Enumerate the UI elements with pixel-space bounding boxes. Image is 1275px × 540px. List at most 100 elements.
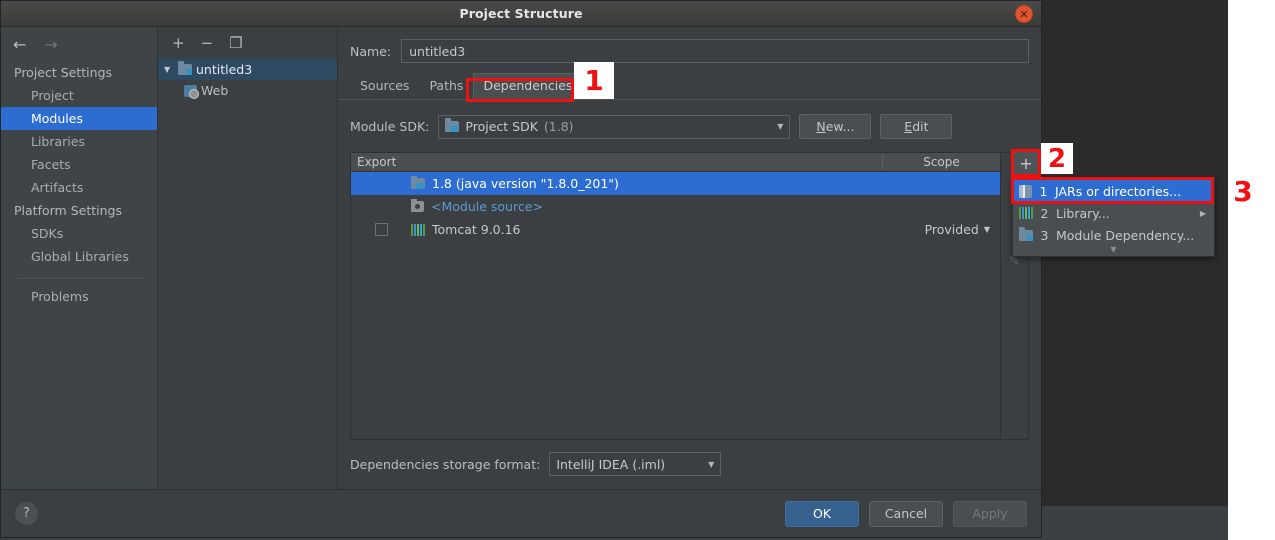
dependencies-table-header: Export Scope (351, 153, 1000, 172)
table-row[interactable]: <Module source> (351, 195, 1000, 218)
storage-format-row: Dependencies storage format: IntelliJ ID… (338, 440, 1041, 489)
sidebar-item-global-libraries[interactable]: Global Libraries (1, 245, 157, 268)
jdk-icon (445, 118, 460, 132)
settings-sidebar: ← → Project Settings Project Modules Lib… (1, 27, 158, 489)
web-facet-icon (184, 84, 199, 99)
module-tree-panel: + − ❐ ▼ untitled3 Web (158, 27, 338, 489)
dialog-title: Project Structure (459, 6, 583, 21)
table-row[interactable]: 1.8 (java version "1.8.0_201") (351, 172, 1000, 195)
storage-format-label: Dependencies storage format: (350, 456, 541, 472)
back-arrow-icon[interactable]: ← (13, 37, 26, 53)
module-source-icon (411, 199, 424, 212)
add-module-icon[interactable]: + (172, 36, 185, 51)
sidebar-item-artifacts[interactable]: Artifacts (1, 176, 157, 199)
dependency-label: Tomcat 9.0.16 (432, 222, 521, 237)
sidebar-item-modules[interactable]: Modules (1, 107, 157, 130)
chevron-down-icon[interactable]: ▼ (708, 460, 714, 469)
menu-item-label: JARs or directories... (1055, 183, 1182, 199)
dialog-footer: ? OK Cancel Apply (1, 489, 1041, 537)
sidebar-item-sdks[interactable]: SDKs (1, 222, 157, 245)
sidebar-item-libraries[interactable]: Libraries (1, 130, 157, 153)
copy-module-icon[interactable]: ❐ (229, 36, 242, 51)
menu-item-number: 2 (1040, 205, 1049, 221)
menu-item-module-dependency[interactable]: 3 Module Dependency... (1013, 224, 1214, 246)
jdk-icon (411, 176, 425, 189)
cell-export (351, 223, 411, 236)
module-icon (178, 61, 192, 75)
dependencies-table: Export Scope 1.8 (java version "1.8.0_20… (350, 152, 1029, 440)
tree-node-label: Web (201, 83, 229, 98)
dialog-body: ← → Project Settings Project Modules Lib… (1, 27, 1041, 489)
chevron-right-icon[interactable]: ▶ (1200, 209, 1206, 218)
annotation-label-1: 1 (574, 62, 614, 99)
tab-paths[interactable]: Paths (419, 73, 473, 99)
remove-module-icon[interactable]: − (201, 36, 214, 51)
column-header-scope[interactable]: Scope (882, 155, 1000, 169)
module-sdk-value: Project SDK (465, 119, 538, 134)
module-name-row: Name: (338, 27, 1041, 63)
module-sdk-combobox[interactable]: Project SDK (1.8) ▼ (438, 114, 791, 139)
module-sdk-label: Module SDK: (350, 119, 430, 134)
export-checkbox[interactable] (374, 223, 388, 236)
chevron-down-icon[interactable]: ▼ (777, 122, 783, 131)
module-tree-toolbar: + − ❐ (158, 27, 337, 59)
module-icon (1019, 226, 1033, 241)
annotation-label-2: 2 (1041, 143, 1073, 174)
add-dependency-button[interactable]: + (1013, 151, 1039, 175)
menu-item-jars-or-directories[interactable]: 1 JARs or directories... (1013, 180, 1214, 202)
cell-scope[interactable]: Provided ▼ (882, 222, 1000, 237)
menu-scroll-indicator: ▼ (1110, 245, 1117, 254)
annotation-label-3: 3 (1233, 175, 1253, 208)
edit-sdk-button[interactable]: Edit (880, 114, 953, 139)
sidebar-item-project[interactable]: Project (1, 84, 157, 107)
module-editor: Name: Sources Paths Dependencies Module … (338, 27, 1041, 489)
tree-node-untitled3[interactable]: ▼ untitled3 (158, 59, 337, 80)
close-icon[interactable]: ✕ (1015, 5, 1033, 23)
cancel-button[interactable]: Cancel (869, 500, 943, 527)
tab-dependencies[interactable]: Dependencies (473, 73, 583, 99)
storage-format-value: IntelliJ IDEA (.iml) (556, 456, 666, 472)
dependencies-table-columns: Export Scope 1.8 (java version "1.8.0_20… (351, 153, 1000, 439)
dialog-action-buttons: OK Cancel Apply (785, 500, 1027, 527)
chevron-down-icon[interactable]: ▼ (984, 225, 990, 234)
module-sdk-version: (1.8) (543, 119, 574, 134)
project-structure-dialog: Project Structure ✕ ← → Project Settings… (0, 0, 1042, 538)
sidebar-item-facets[interactable]: Facets (1, 153, 157, 176)
menu-item-library[interactable]: 2 Library... ▶ (1013, 202, 1214, 224)
menu-item-label: Module Dependency... (1056, 227, 1195, 243)
tree-node-label: untitled3 (196, 62, 253, 77)
apply-button[interactable]: Apply (953, 500, 1027, 527)
table-row[interactable]: Tomcat 9.0.16 Provided ▼ (351, 218, 1000, 241)
forward-arrow-icon[interactable]: → (44, 37, 57, 53)
column-header-export[interactable]: Export (351, 155, 411, 169)
menu-item-number: 1 (1039, 183, 1048, 199)
dependency-label: 1.8 (java version "1.8.0_201") (432, 176, 619, 191)
new-sdk-button[interactable]: New... (799, 114, 872, 139)
menu-item-number: 3 (1040, 227, 1049, 243)
ok-button[interactable]: OK (785, 500, 859, 527)
library-icon (1019, 207, 1033, 219)
sidebar-group-project-settings: Project Settings (14, 65, 113, 80)
scope-value: Provided (924, 222, 979, 237)
module-name-label: Name: (350, 43, 392, 59)
help-icon[interactable]: ? (15, 502, 38, 525)
chevron-down-icon[interactable]: ▼ (164, 65, 174, 74)
storage-format-combobox[interactable]: IntelliJ IDEA (.iml) ▼ (549, 452, 722, 476)
module-tabs: Sources Paths Dependencies (338, 63, 1041, 100)
sidebar-divider (17, 278, 145, 279)
tab-sources[interactable]: Sources (350, 73, 419, 99)
sidebar-nav-arrows: ← → (1, 31, 157, 61)
cell-name: 1.8 (java version "1.8.0_201") (411, 176, 882, 191)
dependencies-table-body: 1.8 (java version "1.8.0_201") <Module s… (351, 172, 1000, 439)
screen: Project Structure ✕ ← → Project Settings… (0, 0, 1275, 540)
add-dependency-menu: 1 JARs or directories... 2 Library... ▶ … (1012, 178, 1215, 257)
dialog-titlebar: Project Structure ✕ (1, 1, 1041, 27)
cell-name: <Module source> (411, 199, 882, 214)
module-name-input[interactable] (401, 39, 1029, 63)
tree-node-web[interactable]: Web (158, 80, 337, 101)
sidebar-group-platform-settings: Platform Settings (14, 203, 122, 218)
sidebar-item-problems[interactable]: Problems (1, 285, 157, 308)
library-icon (411, 223, 425, 236)
jar-icon (1019, 184, 1032, 198)
menu-item-label: Library... (1056, 205, 1110, 221)
